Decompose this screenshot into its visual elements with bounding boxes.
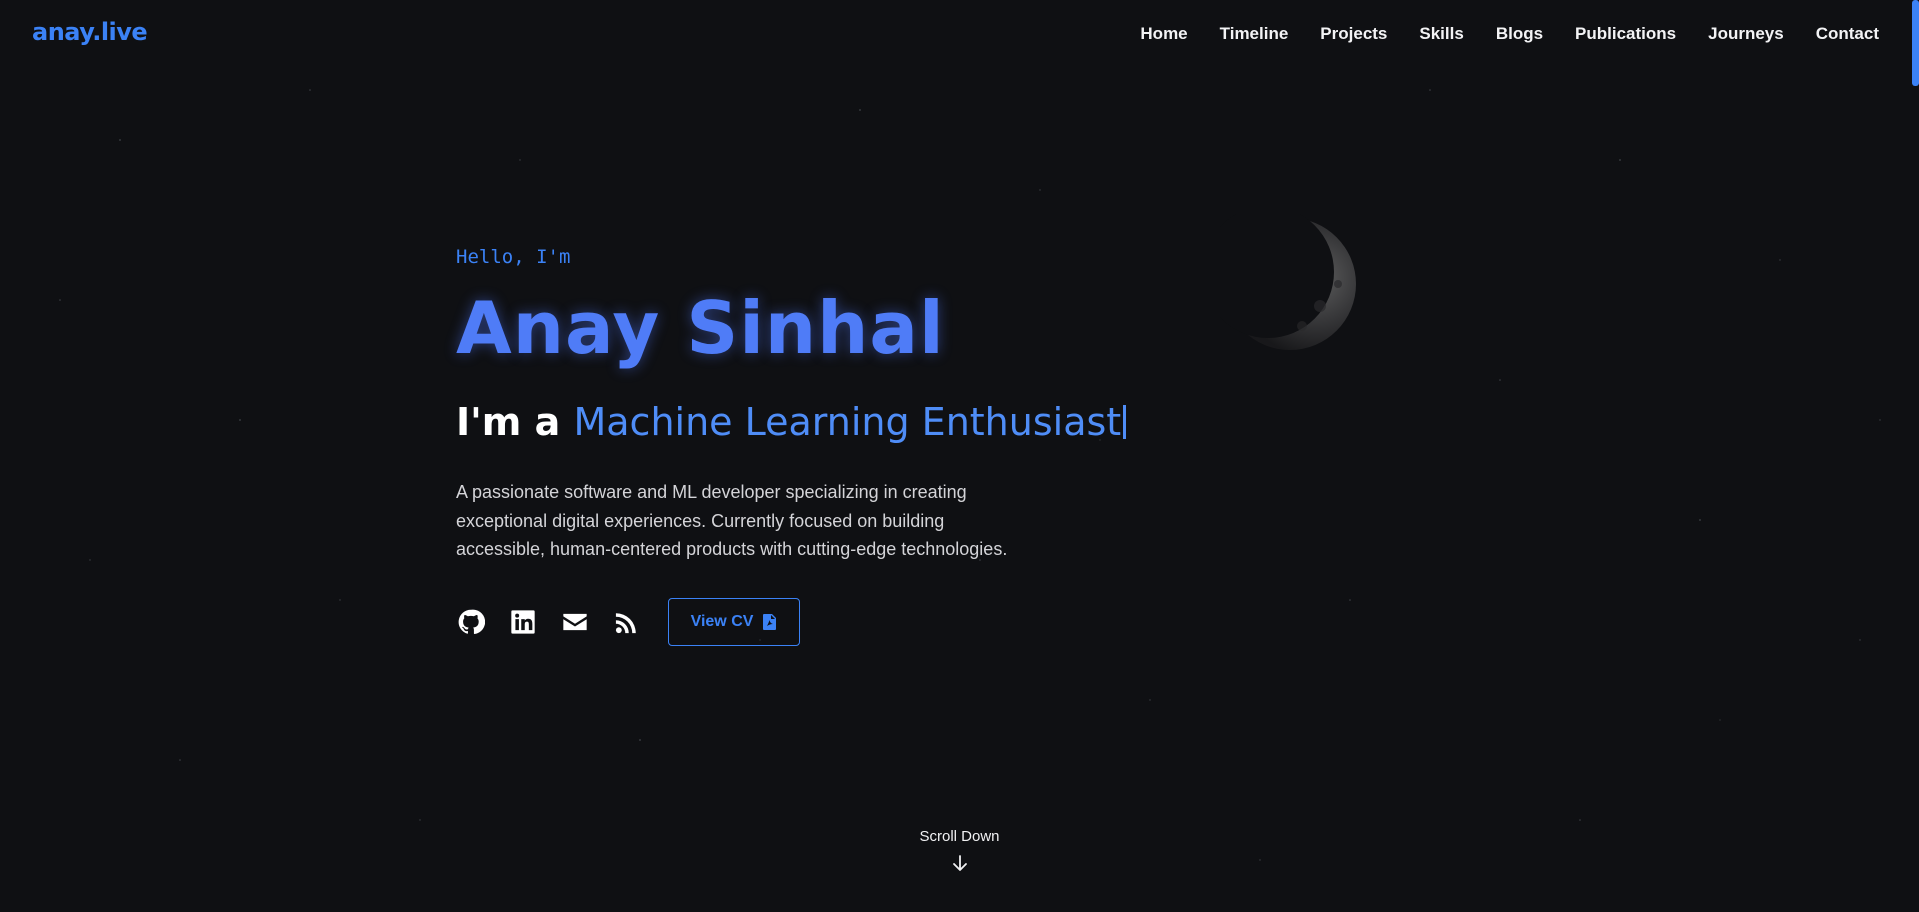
github-icon[interactable] [456, 607, 486, 637]
role-highlight: Machine Learning Enthusiast [573, 400, 1122, 444]
moon-illustration [1220, 214, 1356, 350]
hero-name: Anay Sinhal [456, 286, 945, 370]
nav-publications[interactable]: Publications [1575, 24, 1676, 44]
arrow-down-icon [952, 855, 967, 871]
scroll-down-label: Scroll Down [919, 828, 1000, 845]
pdf-file-icon [763, 613, 777, 630]
logo-text-main: anay [32, 18, 93, 46]
role-prefix: I'm a [456, 400, 561, 444]
nav-skills[interactable]: Skills [1419, 24, 1463, 44]
mail-icon[interactable] [560, 607, 590, 637]
scrollbar-thumb[interactable] [1912, 0, 1919, 86]
nav-projects[interactable]: Projects [1320, 24, 1387, 44]
view-cv-button[interactable]: View CV [668, 597, 800, 646]
hero-role: I'm a Machine Learning Enthusiast [456, 400, 1156, 444]
view-cv-label: View CV [690, 612, 754, 630]
logo-dot: . [92, 18, 101, 46]
site-logo[interactable]: anay.live [32, 18, 148, 46]
page: anay.live Home Timeline Projects Skills … [0, 0, 1919, 912]
scroll-down-hint[interactable]: Scroll Down [0, 828, 1919, 873]
typing-caret [1123, 405, 1127, 439]
nav-journeys[interactable]: Journeys [1708, 24, 1784, 44]
hero-section: Hello, I'm Anay Sinhal I'm a Machine Lea… [456, 246, 1156, 646]
hero-description: A passionate software and ML developer s… [456, 482, 1008, 559]
logo-text-tld: live [100, 18, 148, 46]
nav-blogs[interactable]: Blogs [1496, 24, 1543, 44]
rss-icon[interactable] [612, 607, 642, 637]
hero-actions: View CV [456, 597, 1156, 646]
nav-timeline[interactable]: Timeline [1220, 24, 1289, 44]
nav-home[interactable]: Home [1140, 24, 1187, 44]
linkedin-icon[interactable] [508, 607, 538, 637]
main-nav: Home Timeline Projects Skills Blogs Publ… [1108, 24, 1879, 44]
hero-greeting: Hello, I'm [456, 246, 571, 268]
nav-contact[interactable]: Contact [1816, 24, 1879, 44]
